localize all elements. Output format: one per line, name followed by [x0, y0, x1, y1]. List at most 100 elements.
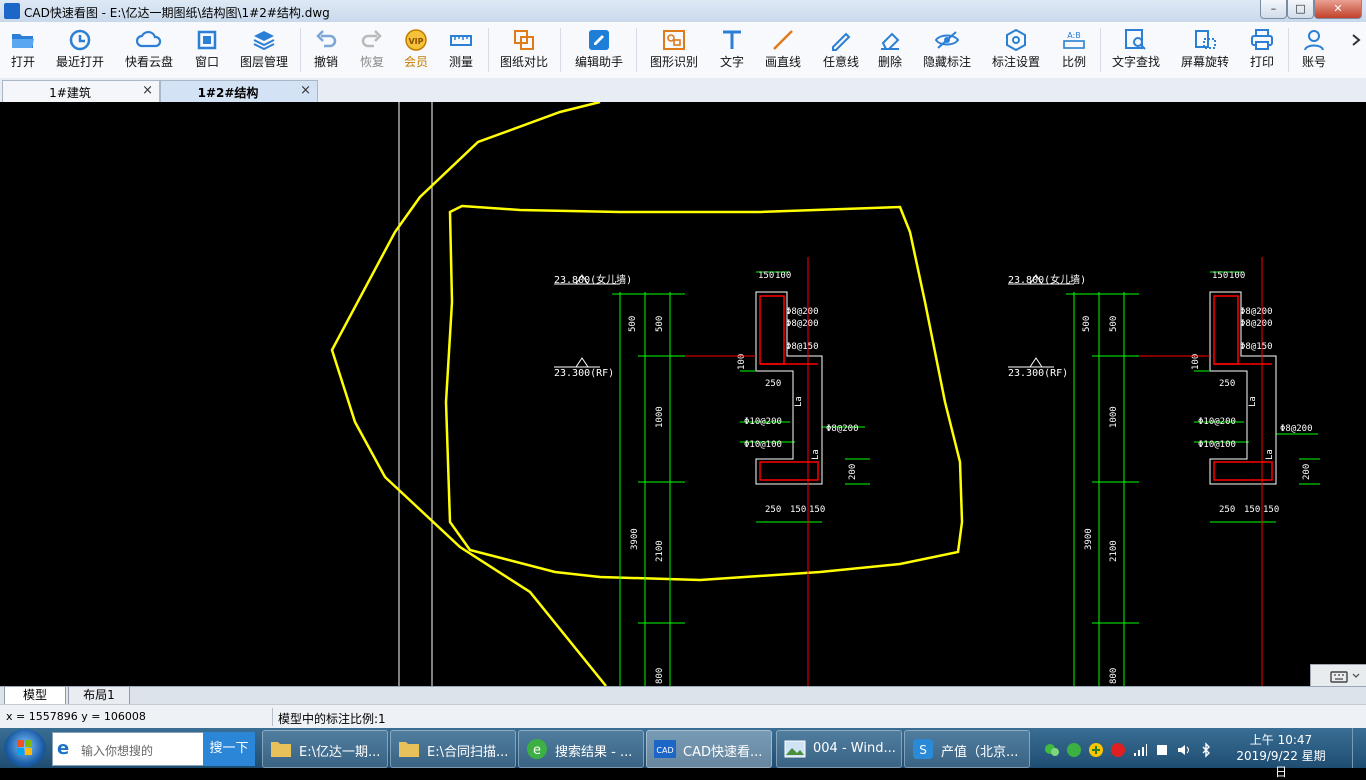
start-button[interactable] — [4, 729, 46, 767]
title-bar: CAD快速看图 - E:\亿达一期图纸\结构图\1#2#结构.dwg – □ ✕ — [0, 0, 1366, 22]
shape-recognize-button[interactable]: 图形识别 — [642, 22, 706, 78]
taskbar-item-browser[interactable]: e 搜索结果 - ... — [518, 730, 644, 768]
la-label: La — [794, 396, 804, 407]
printer-icon — [1251, 29, 1273, 50]
maximize-button[interactable]: □ — [1287, 0, 1314, 19]
freehand-markup-cloud[interactable] — [444, 204, 964, 582]
dim-vertical: 800 — [1109, 668, 1119, 684]
rebar-label: Φ8@200 — [786, 319, 819, 329]
rebar-label: Φ8@150 — [786, 342, 819, 352]
ie-icon: e — [57, 738, 70, 759]
rebar-label: Φ8@200 — [826, 424, 859, 434]
taskbar-item-cad[interactable]: CAD CAD快速看... — [646, 730, 772, 768]
browser-icon: e — [527, 739, 547, 759]
dim-vertical: 500 — [655, 316, 665, 332]
dim-vertical: 500 — [1109, 316, 1119, 332]
close-button[interactable]: ✕ — [1314, 0, 1362, 19]
rebar-label: Φ10@100 — [1198, 440, 1236, 450]
bluetooth-icon[interactable] — [1198, 742, 1214, 758]
close-tab-icon[interactable]: × — [300, 83, 311, 98]
tab-layout-1[interactable]: 布局1 — [68, 687, 130, 705]
compare-button[interactable]: 图纸对比 — [494, 22, 554, 78]
photo-viewer-icon — [784, 740, 806, 758]
tab-1-architecture[interactable]: 1#建筑 × — [2, 80, 160, 102]
window-button[interactable]: 窗口 — [186, 22, 228, 78]
vip-button[interactable]: VIP 会员 — [396, 22, 436, 78]
volume-icon[interactable] — [1176, 742, 1192, 758]
dim-top: 100 — [775, 271, 791, 281]
chevron-right-icon — [1352, 34, 1361, 46]
taskbar-search-input[interactable]: e 输入你想搜的 — [52, 732, 204, 766]
cad-app-icon: CAD — [654, 740, 676, 758]
elevation-label-rf: 23.300(RF) — [1008, 368, 1068, 379]
taskbar-item-folder-yida[interactable]: E:\亿达一期... — [262, 730, 388, 768]
dim-top: 150 — [758, 271, 774, 281]
text-icon — [723, 30, 741, 49]
dim-bottom: 150 — [809, 505, 825, 515]
rotate-screen-button[interactable]: 屏幕旋转 — [1174, 22, 1236, 78]
network-icon[interactable] — [1132, 742, 1148, 758]
la-label: La — [811, 449, 821, 460]
rebar-label: Φ8@200 — [786, 307, 819, 317]
cloud-disk-button[interactable]: 快看云盘 — [118, 22, 180, 78]
elevation-label-rf: 23.300(RF) — [554, 368, 614, 379]
system-clock[interactable]: 上午 10:47 2019/9/22 星期日 — [1236, 732, 1326, 780]
taskbar-item-folder-contract[interactable]: E:\合同扫描... — [390, 730, 516, 768]
taskbar-item-wps[interactable]: S 产值（北京... — [904, 730, 1030, 768]
annotation-scale-text: 模型中的标注比例:1 — [278, 712, 386, 726]
recent-button[interactable]: 最近打开 — [50, 22, 110, 78]
svg-text:CAD: CAD — [656, 746, 673, 755]
delete-button[interactable]: 删除 — [870, 22, 910, 78]
dim-vertical: 2100 — [655, 540, 665, 562]
layers-icon — [253, 31, 275, 51]
annotation-settings-icon — [1006, 28, 1026, 52]
dim-bottom: 150 — [1263, 505, 1279, 515]
text-search-button[interactable]: 文字查找 — [1106, 22, 1166, 78]
freehand-markup-outer[interactable] — [330, 102, 607, 686]
close-tab-icon[interactable]: × — [142, 83, 153, 98]
minimize-button[interactable]: – — [1260, 0, 1287, 19]
svg-text:S: S — [919, 743, 927, 757]
undo-button[interactable]: 撤销 — [306, 22, 346, 78]
netease-music-icon[interactable] — [1110, 742, 1126, 758]
taskbar-item-photo-viewer[interactable]: 004 - Wind... — [776, 730, 902, 768]
redo-button[interactable]: 恢复 — [352, 22, 392, 78]
dim-vertical: 3900 — [1084, 528, 1094, 550]
dim-bottom: 250 — [1219, 505, 1235, 515]
dim-vertical: 1000 — [655, 406, 665, 428]
open-button[interactable]: 打开 — [0, 22, 46, 78]
show-desktop-button[interactable] — [1352, 728, 1366, 768]
drawing-canvas[interactable]: 23.800(女儿墙) 23.300(RF) 500 500 1000 3900… — [0, 102, 1366, 686]
freehand-button[interactable]: 任意线 — [816, 22, 866, 78]
wechat-icon[interactable] — [1044, 742, 1060, 758]
draw-line-button[interactable]: 画直线 — [758, 22, 808, 78]
rebar-label: Φ10@100 — [744, 440, 782, 450]
print-button[interactable]: 打印 — [1242, 22, 1282, 78]
rebar-label: Φ10@200 — [744, 417, 782, 427]
parapet-detail-right: 23.800(女儿墙) 23.300(RF) 500 500 1000 3900… — [1008, 257, 1320, 686]
tab-model[interactable]: 模型 — [4, 687, 66, 705]
wps-icon: S — [913, 739, 933, 759]
security-icon[interactable] — [1088, 742, 1104, 758]
annotation-settings-button[interactable]: 标注设置 — [986, 22, 1046, 78]
hide-annotation-button[interactable]: 隐藏标注 — [918, 22, 976, 78]
dim-vertical: 3900 — [630, 528, 640, 550]
scale-button[interactable]: A:B 比例 — [1054, 22, 1094, 78]
svg-text:VIP: VIP — [408, 37, 423, 46]
browser-tray-icon[interactable] — [1066, 742, 1082, 758]
action-center-icon[interactable] — [1154, 742, 1170, 758]
status-divider — [272, 708, 273, 726]
svg-text:A:B: A:B — [1067, 31, 1081, 40]
search-button[interactable]: 搜一下 — [203, 732, 255, 766]
tab-1-2-structure[interactable]: 1#2#结构 × — [160, 80, 318, 102]
measure-button[interactable]: 测量 — [440, 22, 482, 78]
freehand-icon — [832, 32, 851, 51]
rebar-label: Φ10@200 — [1198, 417, 1236, 427]
toolbar-more-button[interactable] — [1346, 22, 1366, 78]
dim-vertical: 500 — [1082, 316, 1092, 332]
edit-helper-button[interactable]: 编辑助手 — [568, 22, 630, 78]
layer-manager-button[interactable]: 图层管理 — [234, 22, 294, 78]
text-button[interactable]: 文字 — [712, 22, 752, 78]
account-button[interactable]: 账号 — [1294, 22, 1334, 78]
windows-logo-icon — [17, 740, 32, 755]
